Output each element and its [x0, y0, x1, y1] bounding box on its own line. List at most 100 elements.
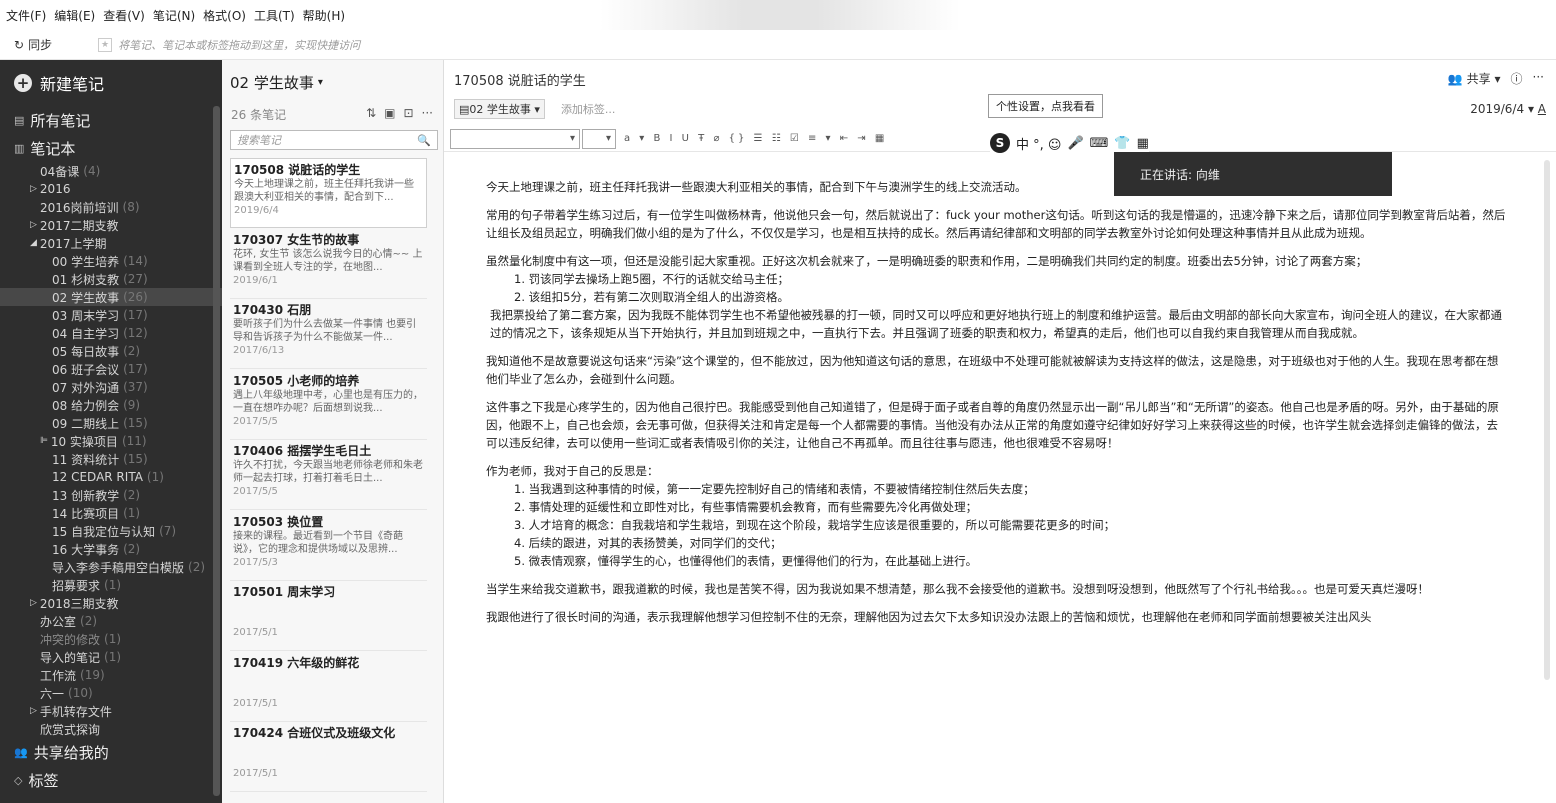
sidebar-notebook-item[interactable]: 冲突的修改 (1) — [0, 630, 222, 648]
sort-icon[interactable]: ⇅ — [366, 106, 376, 120]
people-icon: 👥 — [1447, 72, 1463, 86]
menu-format[interactable]: 格式(O) — [203, 7, 246, 24]
sidebar-notebook-label: 手机转存文件 — [39, 704, 112, 719]
sidebar-notebook-count: (2) — [80, 614, 98, 628]
menu-edit[interactable]: 编辑(E) — [54, 7, 95, 24]
expand-arrow-icon[interactable]: ⊫ — [40, 436, 48, 446]
menu-view[interactable]: 查看(V) — [103, 7, 145, 24]
font-family-select[interactable]: ▾ — [450, 128, 580, 149]
sidebar-notebook-item[interactable]: ◢ 2017上学期 — [0, 234, 222, 252]
note-body[interactable]: 今天上地理课之前，班主任拜托我讲一些跟澳大利亚相关的事情，配合到下午与澳洲学生的… — [486, 178, 1506, 626]
share-button[interactable]: 👥 共享 ▾ — [1448, 70, 1501, 87]
menu-file[interactable]: 文件(F) — [6, 7, 46, 24]
paragraph: 今天上地理课之前，班主任拜托我讲一些跟澳大利亚相关的事情，配合到下午与澳洲学生的… — [486, 180, 1027, 194]
sidebar-notebook-item[interactable]: 08 给力例会 (9) — [0, 396, 222, 414]
note-card[interactable]: 170501 周末学习 2017/5/1 — [230, 581, 427, 651]
note-card-title: 170501 周末学习 — [233, 585, 336, 599]
sidebar-notebook-item[interactable]: ▷ 2018三期支教 — [0, 594, 222, 612]
sidebar-notebook-item[interactable]: 04 自主学习 (12) — [0, 324, 222, 342]
sidebar-notebook-item[interactable]: 导入李参手稿用空白模版 (2) — [0, 558, 222, 576]
lock-icon[interactable]: ⊡ — [403, 106, 413, 120]
sidebar-notebook-item[interactable]: 14 比赛项目 (1) — [0, 504, 222, 522]
note-card[interactable]: 170424 合班仪式及班级文化 2017/5/1 — [230, 722, 427, 792]
expand-arrow-icon[interactable]: ▷ — [30, 184, 37, 194]
sidebar-item-notebooks[interactable]: ▥ 笔记本 — [0, 134, 222, 162]
font-size-select[interactable]: ▾ — [582, 128, 616, 149]
sidebar-notebook-item[interactable]: 招募要求 (1) — [0, 576, 222, 594]
sidebar-notebook-item[interactable]: 11 资料统计 (15) — [0, 450, 222, 468]
add-tag-input[interactable]: 添加标签... — [561, 101, 616, 117]
sidebar-item-tags[interactable]: ◇ 标签 — [0, 766, 222, 794]
notebook-selector[interactable]: ▤02 学生故事 ▾ — [454, 99, 545, 119]
menu-help[interactable]: 帮助(H) — [303, 7, 345, 24]
expand-arrow-icon[interactable]: ▷ — [30, 220, 37, 230]
sidebar-notebook-item[interactable]: 01 杉树支教 (27) — [0, 270, 222, 288]
info-icon[interactable]: ⓘ — [1511, 70, 1523, 87]
note-card-snippet: 许久不打扰，今天跟当地老师徐老师和朱老师一起去打球，打着打着毛日土... — [233, 460, 423, 484]
sidebar-notebook-item[interactable]: 导入的笔记 (1) — [0, 648, 222, 666]
sidebar-notebook-item[interactable]: 16 大学事务 (2) — [0, 540, 222, 558]
sidebar-notebook-item[interactable]: 09 二期线上 (15) — [0, 414, 222, 432]
sidebar-notebook-item[interactable]: 15 自我定位与认知 (7) — [0, 522, 222, 540]
sidebar-notebook-item[interactable]: 02 学生故事 (26) — [0, 288, 222, 306]
sidebar-notebook-item[interactable]: 2016岗前培训 (8) — [0, 198, 222, 216]
menu-tools[interactable]: 工具(T) — [254, 7, 295, 24]
sync-icon: ↻ — [14, 37, 25, 52]
sidebar-notebook-label: 13 创新教学 — [52, 488, 120, 503]
search-icon[interactable]: 🔍 — [417, 134, 431, 147]
sidebar-notebook-item[interactable]: 办公室 (2) — [0, 612, 222, 630]
sidebar-notebook-item[interactable]: 05 每日故事 (2) — [0, 342, 222, 360]
new-note-button[interactable]: + 新建笔记 — [0, 60, 222, 106]
note-card[interactable]: 170406 摇摆学生毛日土 许久不打扰，今天跟当地老师徐老师和朱老师一起去打球，… — [230, 440, 427, 510]
sidebar-notebook-item[interactable]: 工作流 (19) — [0, 666, 222, 684]
view-mode-icon[interactable]: ▣ — [384, 106, 395, 120]
notebook-title[interactable]: 02 学生故事 ▾ — [222, 60, 443, 104]
note-card[interactable]: 170503 换位置 接来的课程。最近看到一个节目《奇葩说》，它的理念和提供场域以… — [230, 511, 427, 581]
sidebar-item-all-notes[interactable]: ▤ 所有笔记 — [0, 106, 222, 134]
sidebar-notebook-item[interactable]: 欣赏式探询 — [0, 720, 222, 738]
sidebar-item-shared[interactable]: 👥 共享给我的 — [0, 738, 222, 766]
expand-arrow-icon[interactable]: ◢ — [30, 238, 37, 248]
sidebar-notebook-count: (2) — [188, 560, 206, 574]
sidebar-notebook-label: 07 对外沟通 — [52, 380, 120, 395]
note-title[interactable]: 170508 说脏话的学生 — [454, 70, 586, 89]
note-card-snippet: 遇上八年级地理中考，心里也是有压力的，一直在想咋办呢？后面想到说我... — [233, 389, 423, 414]
more-icon[interactable]: ··· — [1533, 70, 1544, 87]
note-date[interactable]: 2019/6/4 ▾ A — [1470, 102, 1546, 116]
more-icon[interactable]: ··· — [422, 106, 433, 120]
skin-icon[interactable]: 👕 — [1114, 136, 1130, 151]
sidebar-notebook-item[interactable]: 06 班子会议 (17) — [0, 360, 222, 378]
note-card[interactable]: 170508 说脏话的学生 今天上地理课之前，班主任拜托我讲一些跟澳大利亚相关的事… — [230, 158, 427, 228]
expand-arrow-icon[interactable]: ▷ — [30, 706, 37, 716]
sidebar-notebook-item[interactable]: 00 学生培养 (14) — [0, 252, 222, 270]
sidebar-notebook-item[interactable]: ▷ 2017二期支教 — [0, 216, 222, 234]
personalize-tooltip: 个性设置，点我看看 — [988, 94, 1103, 118]
menu-note[interactable]: 笔记(N) — [153, 7, 195, 24]
sidebar-notebook-count: (19) — [80, 668, 105, 682]
format-icons[interactable]: a ▾ B I U Ŧ ⌀ {} ☰ ☷ ☑ ≡ ▾ ⇤ ⇥ ▦ — [624, 133, 887, 144]
expand-arrow-icon[interactable]: ▷ — [30, 598, 37, 608]
sidebar-notebook-item[interactable]: 04备课 (4) — [0, 162, 222, 180]
ime-toolbar[interactable]: S 中 °, ☺ 🎤 ⌨ 👕 ▦ — [990, 132, 1149, 154]
sidebar-notebook-item[interactable]: 13 创新教学 (2) — [0, 486, 222, 504]
sidebar-notebook-item[interactable]: ⊫ 10 实操项目 (11) — [0, 432, 222, 450]
sidebar-notebook-item[interactable]: 12 CEDAR RITA (1) — [0, 468, 222, 486]
sidebar-notebook-item[interactable]: 07 对外沟通 (37) — [0, 378, 222, 396]
sidebar-notebook-item[interactable]: 03 周末学习 (17) — [0, 306, 222, 324]
sidebar-notebook-item[interactable]: 六一 (10) — [0, 684, 222, 702]
note-card[interactable]: 170307 女生节的故事 花环, 女生节 该怎么说我今日的心情~~ 上课看到全班… — [230, 229, 427, 299]
search-input[interactable]: 搜索笔记 🔍 — [230, 130, 438, 150]
sidebar-notebook-item[interactable]: ▷ 手机转存文件 — [0, 702, 222, 720]
sidebar-notebook-item[interactable]: ▷ 2016 — [0, 180, 222, 198]
grid-icon[interactable]: ▦ — [1137, 136, 1149, 151]
note-card[interactable]: 170505 小老师的培养 遇上八年级地理中考，心里也是有压力的，一直在想咋办呢？… — [230, 370, 427, 440]
sidebar-scrollbar[interactable] — [213, 106, 220, 796]
microphone-icon[interactable]: 🎤 — [1067, 136, 1083, 151]
shortcut-bar[interactable]: ★ 将笔记、笔记本或标签拖动到这里，实现快捷访问 — [98, 37, 360, 53]
keyboard-icon[interactable]: ⌨ — [1090, 136, 1109, 151]
editor-scrollbar[interactable] — [1544, 160, 1550, 680]
note-card[interactable]: 170430 石朋 要听孩子们为什么去做某一件事情 也要引导和告诉孩子为什么不能做… — [230, 299, 427, 369]
sync-button[interactable]: ↻ 同步 — [14, 36, 52, 53]
sidebar-notebook-label: 导入的笔记 — [40, 650, 101, 665]
note-card[interactable]: 170419 六年级的鲜花 2017/5/1 — [230, 652, 427, 722]
